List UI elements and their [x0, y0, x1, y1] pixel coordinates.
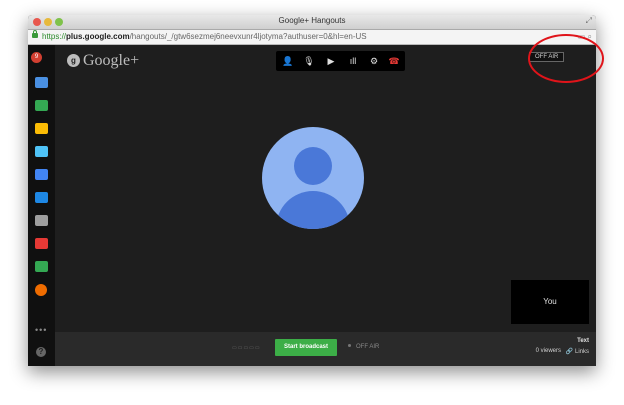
avatar-shoulders [276, 191, 350, 229]
links-button[interactable]: 🔗 Links [566, 348, 589, 355]
camera-off-icon[interactable]: ▶ [325, 55, 337, 67]
status-dot-icon [348, 344, 351, 347]
start-broadcast-button[interactable]: Start broadcast [275, 339, 337, 356]
participant-avatar [262, 127, 364, 229]
drive-app-icon[interactable] [35, 261, 48, 272]
help-ring-app-icon[interactable] [35, 284, 47, 296]
call-controls: 👤 🎙 ▶ ıll ⚙ ☎ [276, 51, 405, 71]
self-view-tile[interactable]: You [511, 280, 589, 324]
screenshare-app-icon[interactable] [35, 100, 48, 111]
off-air-status: OFF AIR [348, 344, 379, 350]
title-bar: Google+ Hangouts ⤢ [28, 15, 596, 30]
notification-badge[interactable]: 9 [31, 52, 42, 63]
window-title: Google+ Hangouts [278, 16, 346, 25]
settings-gear-icon[interactable]: ⚙ [368, 55, 380, 67]
camera-app-icon[interactable] [35, 169, 48, 180]
youtube-app-icon[interactable] [35, 238, 48, 249]
video-app-icon[interactable] [35, 192, 48, 203]
broadcast-bar: ▭▭▭▭▭ Start broadcast OFF AIR Text 0 vie… [55, 332, 596, 366]
broadcast-caption: ▭▭▭▭▭ [232, 345, 261, 351]
annotation-circle [528, 34, 604, 83]
bandwidth-icon[interactable]: ıll [347, 55, 359, 67]
hangouts-logo-icon: g [67, 54, 80, 67]
avatar-head [294, 147, 332, 185]
tag-app-icon[interactable] [35, 123, 48, 134]
google-plus-logo: g Google+ [67, 52, 139, 70]
add-person-icon[interactable]: 👤 [282, 55, 294, 67]
more-apps-icon[interactable]: ••• [35, 325, 47, 335]
lock-icon [32, 30, 38, 38]
apps-sidebar: 9 ••• ? [28, 45, 55, 366]
chat-app-icon[interactable] [35, 77, 48, 88]
viewer-count: 0 viewers [535, 348, 561, 354]
mute-mic-icon[interactable]: 🎙 [303, 55, 315, 67]
text-chat-label[interactable]: Text [577, 338, 589, 344]
film-app-icon[interactable] [35, 215, 48, 226]
url-text[interactable]: https://plus.google.com/hangouts/_/gtw6s… [42, 30, 367, 44]
help-icon[interactable]: ? [36, 347, 46, 357]
resize-icon[interactable]: ⤢ [586, 16, 592, 26]
qa-app-icon[interactable] [35, 146, 48, 157]
hang-up-icon[interactable]: ☎ [388, 55, 400, 67]
address-bar[interactable]: https://plus.google.com/hangouts/_/gtw6s… [28, 30, 596, 45]
